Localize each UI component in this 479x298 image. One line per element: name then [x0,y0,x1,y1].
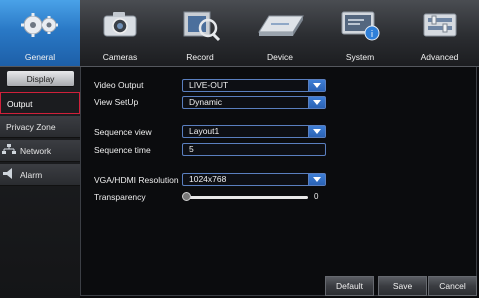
advanced-settings-icon [418,8,462,45]
resolution-value: 1024x768 [189,174,227,184]
sidebar-item-label: Alarm [20,170,43,180]
camera-icon [100,8,140,45]
sidebar-item-label: Display [26,74,55,84]
chevron-down-icon[interactable] [308,126,325,137]
sidebar-item-alarm[interactable]: Alarm [0,164,80,186]
sequence-time-value: 5 [189,144,194,154]
top-tab-bar: General Cameras Record Device i System A… [0,0,479,67]
sidebar-item-display[interactable]: Display [7,71,74,87]
record-film-icon [178,8,222,47]
network-icon [2,141,16,163]
view-setup-label: View SetUp [94,97,139,107]
resolution-select[interactable]: 1024x768 [182,173,326,186]
alarm-icon [2,165,16,187]
tab-label: General [24,52,56,62]
chevron-down-icon[interactable] [308,80,325,91]
sidebar-item-privacy-zone[interactable]: Privacy Zone [0,116,80,138]
left-menu: Display Output Privacy Zone Network Alar… [0,67,80,298]
tab-label: System [345,52,375,62]
transparency-slider-track[interactable] [188,196,308,199]
tab-label: Advanced [420,52,459,62]
sidebar-item-network[interactable]: Network [0,140,80,162]
tab-record[interactable]: Record [160,0,240,66]
transparency-slider-handle[interactable] [182,192,191,201]
tab-advanced[interactable]: Advanced [400,0,479,66]
default-button[interactable]: Default [325,276,374,296]
svg-text:i: i [371,30,374,40]
chevron-down-icon[interactable] [308,174,325,185]
tab-device[interactable]: Device [240,0,320,66]
sidebar-item-label: Output [7,99,33,109]
sequence-view-label: Sequence view [94,127,152,137]
video-output-select[interactable]: LIVE-OUT [182,79,326,92]
tab-label: Cameras [102,52,138,62]
tab-label: Record [186,52,214,62]
chevron-down-icon[interactable] [308,97,325,108]
video-output-label: Video Output [94,80,144,90]
sequence-time-input[interactable]: 5 [182,143,326,156]
tab-general[interactable]: General [0,0,80,66]
sequence-time-label: Sequence time [94,145,151,155]
view-setup-select[interactable]: Dynamic [182,96,326,109]
gear-icon [17,8,63,47]
resolution-label: VGA/HDMI Resolution [94,175,179,185]
transparency-value: 0 [314,192,319,201]
tab-system[interactable]: i System [320,0,400,66]
sidebar-item-label: Network [20,146,52,156]
tab-label: Device [267,52,293,62]
sequence-view-select[interactable]: Layout1 [182,125,326,138]
sidebar-item-output[interactable]: Output [0,92,80,114]
view-setup-value: Dynamic [189,97,223,107]
save-button[interactable]: Save [378,276,427,296]
system-monitor-icon: i [338,8,382,47]
hard-drive-icon [255,8,305,45]
transparency-label: Transparency [94,192,146,202]
sidebar-item-label: Privacy Zone [6,122,56,132]
video-output-value: LIVE-OUT [189,80,229,90]
tab-cameras[interactable]: Cameras [80,0,160,66]
cancel-button[interactable]: Cancel [428,276,477,296]
sequence-view-value: Layout1 [189,126,220,136]
